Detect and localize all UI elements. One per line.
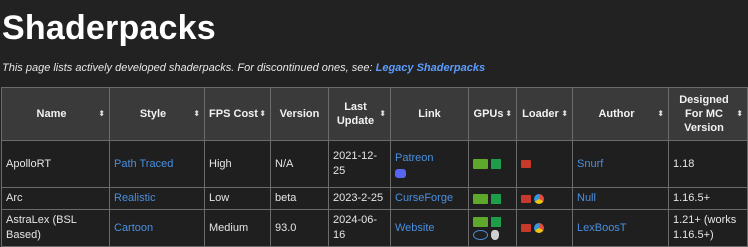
header-author[interactable]: Author ⬍	[572, 87, 669, 141]
download-link[interactable]: Website	[395, 222, 435, 234]
sort-icon[interactable]: ⬍	[193, 107, 200, 121]
sort-icon[interactable]: ⬍	[98, 107, 105, 121]
nvidia-icon	[473, 193, 488, 204]
cell-version: N/A	[270, 140, 329, 188]
cell-name: ApolloRT	[1, 140, 110, 188]
cell-version: 93.0	[270, 209, 329, 247]
header-mc-version[interactable]: Designed For MC Version ⬍	[668, 87, 748, 141]
optifine-icon	[521, 224, 531, 232]
cell-last-update: 2021-12-25	[328, 140, 391, 188]
page-title: Shaderpacks	[2, 9, 216, 47]
table-row: Arc Realistic Low beta 2023-2-25 CurseFo…	[1, 187, 748, 210]
cell-fps-cost: Medium	[204, 209, 271, 247]
cell-version: beta	[270, 187, 329, 210]
sort-icon[interactable]: ⬍	[657, 107, 664, 121]
style-link[interactable]: Realistic	[114, 192, 156, 204]
cell-mc-version: 1.16.5+	[668, 187, 748, 210]
amd-icon	[491, 216, 501, 227]
header-style[interactable]: Style ⬍	[109, 87, 205, 141]
author-link[interactable]: Null	[577, 192, 596, 204]
apple-icon	[491, 229, 499, 240]
author-link[interactable]: Snurf	[577, 158, 603, 170]
sort-icon[interactable]: ⬍	[505, 107, 512, 121]
legacy-shaderpacks-link[interactable]: Legacy Shaderpacks	[376, 62, 485, 74]
header-name[interactable]: Name ⬍	[1, 87, 110, 141]
download-link[interactable]: CurseForge	[395, 192, 453, 204]
shaderpacks-table: Name ⬍ Style ⬍ FPS Cost ⬍ Version Last Upda…	[1, 87, 748, 247]
sort-icon[interactable]: ⬍	[736, 107, 743, 121]
table-row: AstraLex (BSL Based) Cartoon Medium 93.0…	[1, 209, 748, 247]
intro-sentence: This page lists actively developed shade…	[2, 62, 373, 74]
cell-mc-version: 1.18	[668, 140, 748, 188]
table-header-row: Name ⬍ Style ⬍ FPS Cost ⬍ Version Last Upda…	[1, 87, 748, 141]
sort-icon[interactable]: ⬍	[379, 107, 386, 121]
nvidia-icon	[473, 159, 488, 169]
nvidia-icon	[473, 216, 488, 227]
author-link[interactable]: LexBoosT	[577, 222, 627, 234]
download-link[interactable]: Patreon	[395, 152, 434, 164]
cell-last-update: 2023-2-25	[328, 187, 391, 210]
optifine-icon	[521, 160, 531, 168]
sort-icon[interactable]: ⬍	[561, 107, 568, 121]
cell-fps-cost: High	[204, 140, 271, 188]
cell-name: Arc	[1, 187, 110, 210]
intro-text: This page lists actively developed shade…	[2, 62, 485, 74]
cell-name: AstraLex (BSL Based)	[1, 209, 110, 247]
amd-icon	[491, 193, 501, 204]
iris-icon	[534, 193, 544, 204]
header-link: Link	[390, 87, 469, 141]
intel-icon	[473, 229, 488, 240]
style-link[interactable]: Cartoon	[114, 222, 153, 234]
amd-icon	[491, 159, 501, 169]
table-row: ApolloRT Path Traced High N/A 2021-12-25…	[1, 140, 748, 188]
header-last-update[interactable]: Last Update ⬍	[328, 87, 391, 141]
optifine-icon	[521, 194, 531, 203]
header-loader[interactable]: Loader ⬍	[516, 87, 573, 141]
sort-icon[interactable]: ⬍	[259, 107, 266, 121]
discord-icon[interactable]	[395, 168, 406, 178]
cell-mc-version: 1.21+ (works 1.16.5+)	[668, 209, 748, 247]
style-link[interactable]: Path Traced	[114, 158, 173, 170]
cell-fps-cost: Low	[204, 187, 271, 210]
header-version: Version	[270, 87, 329, 141]
iris-icon	[534, 223, 544, 233]
cell-last-update: 2024-06-16	[328, 209, 391, 247]
header-gpus[interactable]: GPUs ⬍	[468, 87, 517, 141]
header-fps-cost[interactable]: FPS Cost ⬍	[204, 87, 271, 141]
